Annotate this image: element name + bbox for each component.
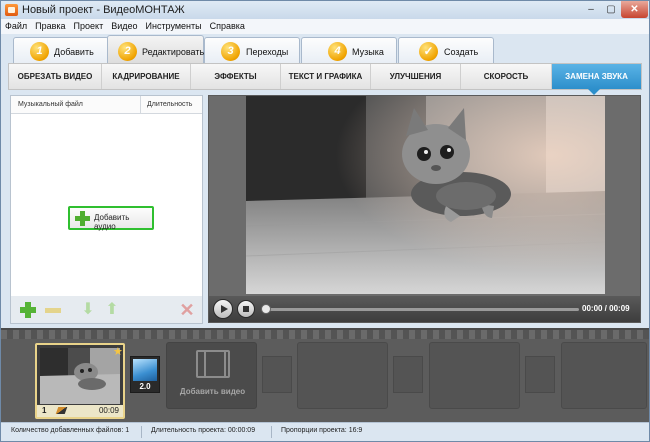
video-preview: 00:00 / 00:09 [208, 95, 641, 323]
video-frame-kitten [246, 96, 605, 294]
app-window: Новый проект - ВидеоМОНТАЖ – ▢ ✕ Файл Пр… [0, 0, 650, 442]
empty-transition-slot[interactable] [262, 356, 292, 393]
play-button[interactable] [213, 299, 233, 319]
column-header-music-file[interactable]: Музыкальный файл [11, 96, 141, 114]
status-bar: Количество добавленных файлов: 1 Длитель… [1, 422, 649, 441]
seek-bar[interactable] [265, 308, 579, 311]
timeline-film-strip [1, 330, 649, 339]
checkmark-icon: ✓ [419, 42, 438, 61]
tab-transitions-label: Переходы [246, 47, 289, 57]
menu-edit[interactable]: Правка [31, 19, 69, 34]
app-icon [5, 4, 18, 16]
add-video-slot[interactable]: Добавить видео [166, 342, 257, 409]
step-2-icon: 2 [118, 42, 137, 61]
tab-transitions[interactable]: 3 Переходы [204, 37, 300, 64]
maximize-button[interactable]: ▢ [601, 1, 621, 18]
empty-clip-slot[interactable] [297, 342, 388, 409]
add-icon[interactable] [20, 302, 36, 318]
minimize-button[interactable]: – [581, 1, 601, 18]
subtab-replace-audio[interactable]: ЗАМЕНА ЗВУКА [552, 64, 641, 89]
seek-handle[interactable] [261, 304, 271, 314]
subtab-effects[interactable]: ЭФФЕКТЫ [191, 64, 281, 89]
tab-create-label: Создать [444, 47, 479, 57]
add-audio-label: Добавить аудио [94, 213, 130, 231]
column-header-duration[interactable]: Длительность [141, 96, 202, 114]
clip-duration: 00:09 [98, 406, 119, 415]
empty-transition-slot[interactable] [525, 356, 555, 393]
tab-add-label: Добавить [54, 47, 94, 57]
move-up-icon[interactable]: ⬆ [104, 302, 120, 318]
film-icon [196, 350, 230, 378]
transition-thumbnail [133, 359, 157, 381]
plus-icon [75, 211, 90, 226]
menu-tools[interactable]: Инструменты [142, 19, 206, 34]
tab-add[interactable]: 1 Добавить [13, 37, 109, 64]
remove-icon[interactable] [45, 302, 61, 318]
window-title: Новый проект - ВидеоМОНТАЖ [22, 4, 185, 16]
empty-clip-slot[interactable] [429, 342, 520, 409]
tab-edit[interactable]: 2 Редактировать [107, 35, 204, 64]
add-audio-button[interactable]: Добавить аудио [68, 206, 154, 231]
edit-sub-tabs: ОБРЕЗАТЬ ВИДЕО КАДРИРОВАНИЕ ЭФФЕКТЫ ТЕКС… [8, 63, 642, 90]
status-divider [271, 426, 272, 438]
main-tabs: 1 Добавить 2 Редактировать 3 Переходы 4 … [1, 34, 649, 64]
clip-info-bar: 1 00:09 [37, 405, 123, 417]
menu-bar: Файл Правка Проект Видео Инструменты Спр… [1, 19, 649, 34]
clip-thumbnail-image [40, 348, 120, 404]
step-4-icon: 4 [328, 42, 347, 61]
delete-icon[interactable]: ✕ [179, 301, 195, 319]
subtab-enhancements[interactable]: УЛУЧШЕНИЯ [371, 64, 461, 89]
subtab-crop[interactable]: КАДРИРОВАНИЕ [102, 64, 191, 89]
menu-help[interactable]: Справка [206, 19, 249, 34]
audio-toolbar: ⬇ ⬆ ✕ [10, 296, 203, 324]
timeline-clip[interactable]: ★ 1 00:09 [35, 343, 125, 419]
kitten-video-image [246, 96, 605, 294]
storyboard-timeline: ★ 1 00:09 2.0 Добавить видео [1, 328, 649, 422]
step-3-icon: 3 [221, 42, 240, 61]
add-video-label: Добавить видео [179, 387, 246, 396]
player-controls: 00:00 / 00:09 [209, 296, 640, 322]
tab-music[interactable]: 4 Музыка [301, 37, 397, 64]
tab-music-label: Музыка [352, 47, 384, 57]
pencil-icon[interactable] [55, 407, 68, 414]
audio-file-list[interactable]: Музыкальный файл Длительность Добавить а… [10, 95, 203, 323]
menu-file[interactable]: Файл [1, 19, 31, 34]
menu-project[interactable]: Проект [70, 19, 108, 34]
close-button[interactable]: ✕ [621, 1, 648, 18]
status-file-count: Количество добавленных файлов: 1 [11, 427, 130, 434]
subtab-speed[interactable]: СКОРОСТЬ [461, 64, 552, 89]
menu-video[interactable]: Видео [107, 19, 141, 34]
step-1-icon: 1 [30, 42, 49, 61]
transition-tile[interactable]: 2.0 [130, 356, 160, 393]
clip-number: 1 [42, 406, 47, 415]
move-down-icon[interactable]: ⬇ [80, 302, 96, 318]
stop-button[interactable] [237, 300, 255, 318]
status-divider [141, 426, 142, 438]
status-project-duration: Длительность проекта: 00:00:09 [151, 427, 256, 434]
star-icon: ★ [113, 346, 123, 358]
subtab-trim-video[interactable]: ОБРЕЗАТЬ ВИДЕО [9, 64, 102, 89]
empty-transition-slot[interactable] [393, 356, 423, 393]
tab-create[interactable]: ✓ Создать [398, 37, 494, 64]
title-bar: Новый проект - ВидеоМОНТАЖ – ▢ ✕ [1, 1, 649, 19]
status-aspect-ratio: Пропорции проекта: 16:9 [281, 427, 363, 434]
subtab-text-graphics[interactable]: ТЕКСТ И ГРАФИКА [281, 64, 371, 89]
time-display: 00:00 / 00:09 [582, 304, 630, 313]
empty-clip-slot[interactable] [561, 342, 647, 409]
tab-edit-label: Редактировать [142, 47, 205, 57]
clip-thumbnail [40, 348, 120, 404]
transition-duration: 2.0 [139, 382, 151, 391]
